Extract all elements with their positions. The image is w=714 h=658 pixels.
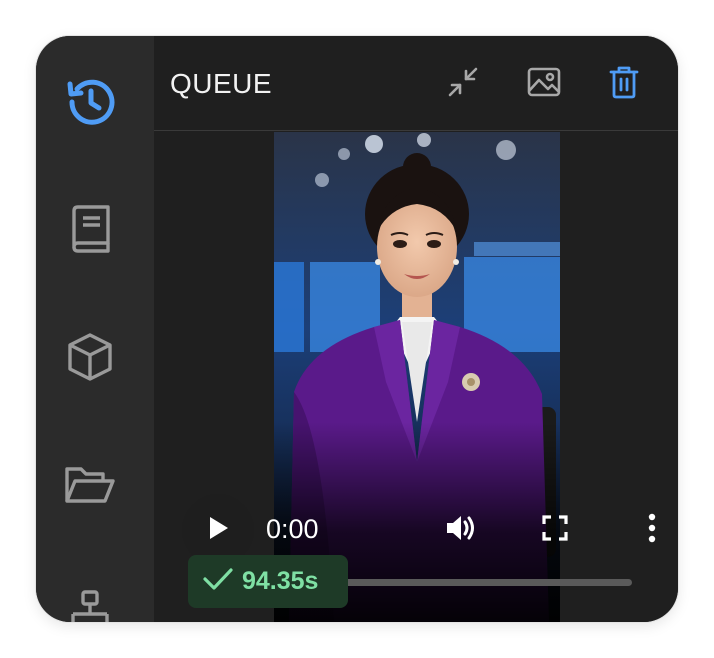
video-player[interactable] bbox=[274, 132, 560, 622]
page-title: QUEUE bbox=[170, 68, 273, 99]
sidebar-item-workflow[interactable] bbox=[63, 588, 117, 622]
queue-header: QUEUE bbox=[154, 36, 678, 131]
sitemap-icon bbox=[65, 588, 115, 623]
cube-icon bbox=[64, 331, 116, 388]
fullscreen-button[interactable] bbox=[535, 510, 575, 550]
duration-text: 94.35s bbox=[242, 567, 319, 595]
delete-button[interactable] bbox=[604, 64, 644, 104]
status-badge: 94.35s bbox=[188, 555, 348, 608]
sidebar-item-history[interactable] bbox=[63, 77, 117, 131]
queue-panel: QUEUE 0:00 94.35s bbox=[36, 36, 678, 622]
main-panel: QUEUE 0:00 94.35s bbox=[154, 36, 678, 622]
image-button[interactable] bbox=[524, 64, 564, 104]
more-options-button[interactable] bbox=[632, 510, 672, 550]
collapse-button[interactable] bbox=[443, 64, 483, 104]
volume-icon bbox=[444, 512, 478, 549]
image-icon bbox=[526, 65, 562, 104]
current-time: 0:00 bbox=[266, 514, 319, 544]
sidebar bbox=[36, 36, 154, 622]
volume-button[interactable] bbox=[441, 510, 481, 550]
sidebar-item-library[interactable] bbox=[63, 204, 117, 258]
history-icon bbox=[63, 75, 117, 134]
trash-icon bbox=[608, 64, 640, 105]
play-icon bbox=[206, 515, 230, 546]
sidebar-item-models[interactable] bbox=[63, 332, 117, 386]
seek-bar[interactable] bbox=[336, 579, 632, 586]
sidebar-item-files[interactable] bbox=[63, 460, 117, 514]
fullscreen-icon bbox=[542, 514, 568, 546]
book-icon bbox=[66, 203, 114, 260]
folder-open-icon bbox=[63, 463, 117, 512]
collapse-arrows-icon bbox=[445, 64, 481, 105]
check-icon bbox=[202, 566, 234, 597]
more-vertical-icon bbox=[647, 513, 657, 548]
